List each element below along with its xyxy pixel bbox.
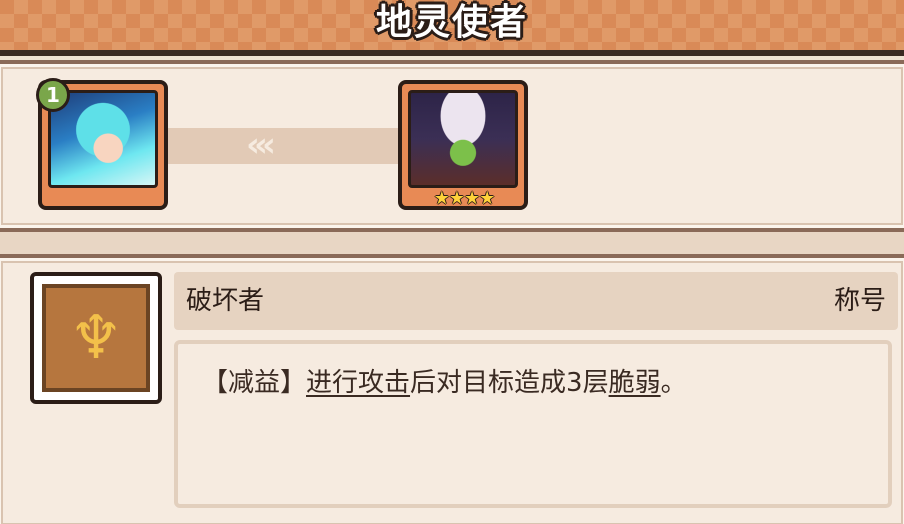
frog-witch-image: [408, 90, 518, 188]
skill-description-box: 【减益】进行攻击后对目标造成3层脆弱。: [174, 340, 892, 508]
skill-description: 【减益】进行攻击后对目标造成3层脆弱。: [202, 368, 687, 398]
evolved-form-portrait[interactable]: ★★★★: [398, 80, 528, 210]
panel-divider: [0, 232, 904, 254]
level-badge: 1: [36, 78, 70, 112]
evolution-arrows-icon: ‹‹‹: [246, 125, 276, 165]
skill-icon-frame[interactable]: ♆: [30, 272, 162, 404]
page-title: 地灵使者: [375, 2, 528, 43]
title-banner: 地灵使者: [0, 0, 904, 56]
evolution-track: [166, 128, 402, 164]
skill-name-bar: 破坏者 称号: [174, 272, 898, 330]
star-rating: ★★★★: [433, 188, 496, 209]
keyword-fragile[interactable]: 脆弱: [609, 368, 661, 398]
skill-type-tag: 称号: [833, 286, 886, 316]
golden-jellyfish-icon: ♆: [69, 303, 123, 373]
skill-name: 破坏者: [186, 286, 265, 316]
keyword-attack[interactable]: 进行攻击: [306, 368, 410, 398]
base-form-portrait[interactable]: 1: [36, 78, 168, 210]
